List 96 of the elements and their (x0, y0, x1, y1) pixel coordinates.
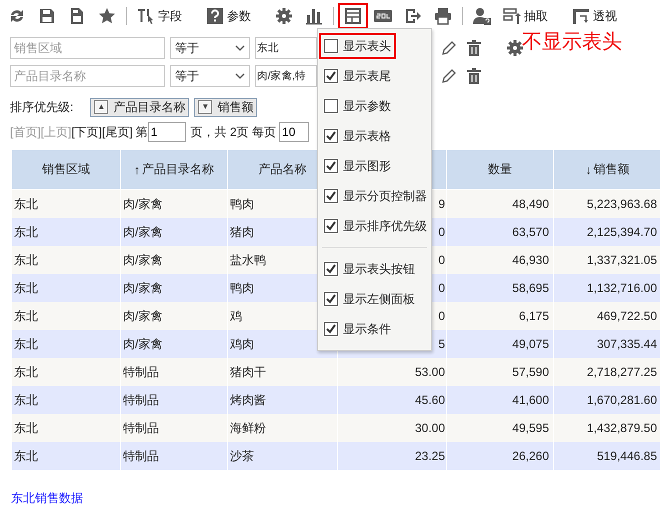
settings-icon[interactable] (506, 39, 524, 57)
table-cell: 特制品 (120, 358, 228, 386)
help-icon (206, 7, 224, 25)
table-cell: 肉/家禽 (120, 302, 228, 330)
sort-priority-label: 排序优先级: (10, 98, 74, 116)
table-cell: 东北 (12, 190, 120, 218)
table-cell: 1,337,321.05 (554, 246, 660, 274)
star-icon (98, 7, 116, 25)
toolbar-button[interactable]: 字段 (131, 3, 188, 29)
table-cell: 58,695 (446, 274, 554, 302)
table-cell: 东北 (12, 246, 120, 274)
table-cell: 1,132,716.00 (554, 274, 660, 302)
table-cell: 肉/家禽 (120, 218, 228, 246)
table-cell: 肉/家禽 (120, 190, 228, 218)
table-cell: 23.25 (338, 442, 446, 470)
page-input[interactable]: 1 (148, 122, 186, 142)
table-cell: 46,930 (446, 246, 554, 274)
menu-item[interactable]: 显示表头 (319, 33, 396, 59)
table-cell: 6,175 (446, 302, 554, 330)
table-cell: 东北 (12, 386, 120, 414)
table-cell: 1,432,879.50 (554, 414, 660, 442)
table-cell: 东北 (12, 302, 120, 330)
table-cell: 63,570 (446, 218, 554, 246)
delete-icon[interactable] (466, 68, 482, 84)
settings-icon (275, 7, 293, 25)
chevron-down-icon (235, 45, 245, 51)
table-cell: 东北 (12, 218, 120, 246)
table-cell: 57,590 (446, 358, 554, 386)
menu-item[interactable]: 显示参数 (319, 93, 430, 119)
user-icon (473, 7, 491, 25)
table-cell: 41,600 (446, 386, 554, 414)
table-cell: 特制品 (120, 414, 228, 442)
table-cell: 45.60 (338, 386, 446, 414)
delete-icon[interactable] (466, 40, 482, 56)
table-cell: 307,335.44 (554, 330, 660, 358)
value-input[interactable]: 肉/家禽,特 (255, 65, 317, 87)
operator-dropdown[interactable]: 等于 (170, 37, 250, 59)
sort-key-button[interactable]: ▼ 销售额 (194, 98, 258, 116)
table-cell: 东北 (12, 330, 120, 358)
column-header[interactable]: 数量 (446, 150, 554, 190)
table-cell: 49,595 (446, 414, 554, 442)
table-cell: 烤肉酱 (228, 386, 338, 414)
table-cell: 1,670,281.60 (554, 386, 660, 414)
table-cell: 肉/家禽 (120, 330, 228, 358)
document-icon (68, 7, 86, 25)
export-icon (404, 7, 422, 25)
sort-key-button[interactable]: ▲ 产品目录名称 (90, 98, 190, 116)
table-cell: 469,722.50 (554, 302, 660, 330)
operator-dropdown[interactable]: 等于 (170, 65, 250, 87)
table-cell: 特制品 (120, 442, 228, 470)
table-cell: 肉/家禽 (120, 246, 228, 274)
page-label: 第 (136, 124, 148, 140)
table-cell: 26,260 (446, 442, 554, 470)
layout-icon (344, 7, 362, 25)
save-icon (38, 7, 56, 25)
chevron-down-icon (235, 73, 245, 79)
annotation-text: 不显示表头 (522, 31, 622, 53)
table-cell: 沙茶 (228, 442, 338, 470)
table-cell: 海鲜粉 (228, 414, 338, 442)
menu-item[interactable]: 显示表尾 (319, 63, 430, 89)
table-cell: 49,075 (446, 330, 554, 358)
toolbar-button[interactable]: 抽取 (497, 3, 554, 29)
edit-icon[interactable] (441, 68, 456, 84)
table-cell: 肉/家禽 (120, 274, 228, 302)
extract-icon (503, 7, 521, 25)
page-count-label: 页，共 2页 每页 (190, 124, 276, 140)
print-icon (434, 7, 452, 25)
fields-icon (137, 7, 155, 25)
page-size-input[interactable]: 10 (279, 122, 310, 142)
table-cell: 东北 (12, 274, 120, 302)
sql-icon (374, 7, 392, 25)
page-link[interactable]: [下页] (71, 124, 102, 140)
table-cell: 2,125,394.70 (554, 218, 660, 246)
value-input[interactable]: 东北 (255, 37, 317, 59)
edit-icon[interactable] (441, 40, 456, 56)
table-cell: 5,223,963.68 (554, 190, 660, 218)
pivot-icon (572, 7, 590, 25)
table-cell: 519,446.85 (554, 442, 660, 470)
table-cell: 东北 (12, 358, 120, 386)
table-cell: 30.00 (338, 414, 446, 442)
table-cell: 东北 (12, 442, 120, 470)
toolbar-button[interactable]: 参数 (200, 3, 257, 29)
column-header[interactable]: ↑ 产品目录名称 (120, 150, 228, 190)
menu-item[interactable]: 显示表格 (319, 123, 430, 149)
table-cell: 东北 (12, 414, 120, 442)
column-header[interactable]: ↓ 销售额 (554, 150, 660, 190)
table-cell: 2,718,277.25 (554, 358, 660, 386)
page-link[interactable]: [尾页] (102, 124, 133, 140)
table-cell: 53.00 (338, 358, 446, 386)
bar-chart-icon (305, 7, 323, 25)
table-cell: 猪肉干 (228, 358, 338, 386)
table-cell: 特制品 (120, 386, 228, 414)
table-cell: 48,490 (446, 190, 554, 218)
toolbar-button[interactable]: 透视 (566, 3, 623, 29)
report-link[interactable]: 东北销售数据 (11, 491, 83, 505)
column-header[interactable]: 销售区域 (12, 150, 120, 190)
